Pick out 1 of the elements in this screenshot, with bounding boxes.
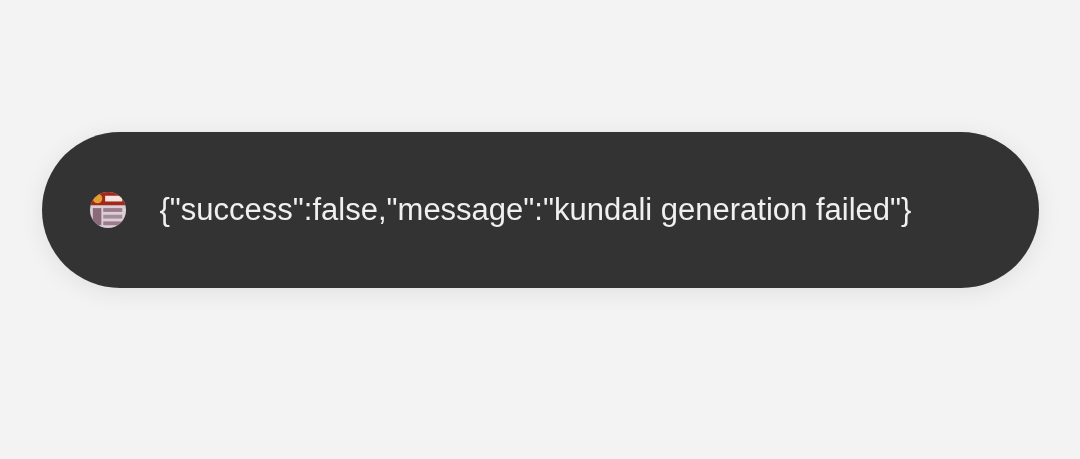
toast-message: {"success":false,"message":"kundali generation failed"} [159, 190, 913, 229]
